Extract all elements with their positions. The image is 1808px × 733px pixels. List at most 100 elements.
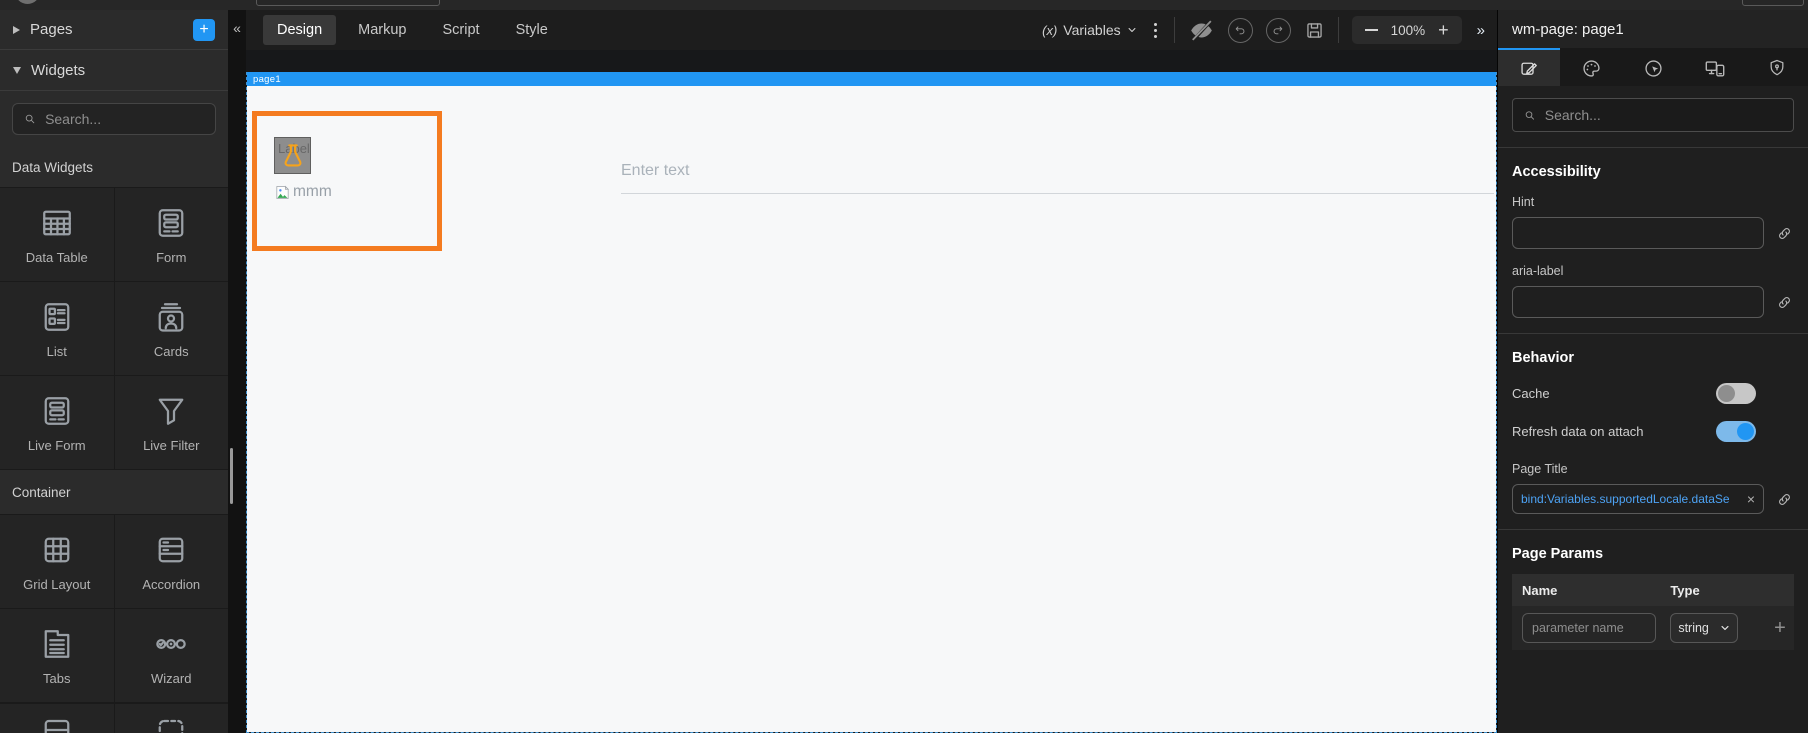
widget-tile-live-form[interactable]: Live Form [0, 376, 114, 469]
widget-search[interactable] [12, 103, 216, 135]
rail-scrollbar[interactable] [230, 448, 233, 504]
cursor-icon [1644, 59, 1662, 77]
panel-icon [44, 719, 70, 733]
redo-button[interactable] [1265, 17, 1291, 43]
bind-link-icon[interactable] [1775, 224, 1794, 243]
expand-panel-button[interactable]: » [1477, 22, 1485, 39]
undo-icon [1235, 26, 1245, 35]
zoom-control: 100% + [1351, 16, 1462, 44]
divider [1498, 147, 1808, 148]
widget-tile-label: Tabs [43, 670, 71, 686]
widget-tile-list[interactable]: List [0, 282, 114, 375]
clear-binding-icon[interactable]: × [1747, 491, 1755, 507]
tab-events[interactable] [1622, 48, 1684, 86]
bind-link-icon[interactable] [1775, 293, 1794, 312]
tab-security[interactable] [1746, 48, 1808, 86]
widget-tile-cards[interactable]: Cards [114, 282, 228, 375]
add-param-button[interactable]: + [1774, 617, 1786, 640]
save-button[interactable] [1304, 20, 1325, 41]
aria-label-input[interactable] [1512, 286, 1764, 318]
widget-tile-label: Live Filter [143, 437, 200, 453]
panel-title: wm-page: page1 [1498, 10, 1808, 48]
tab-properties[interactable] [1498, 48, 1560, 86]
more-options-button[interactable] [1150, 22, 1161, 38]
widget-tile-label: Live Form [27, 437, 86, 453]
variables-icon: (x) [1042, 22, 1058, 38]
tab-styles[interactable] [1560, 48, 1622, 86]
palette-icon [1582, 59, 1600, 77]
page-tab[interactable]: page1 [247, 72, 1496, 86]
widget-tile-partial-dotted[interactable] [114, 704, 228, 733]
section-page-params: Page Params [1512, 546, 1604, 562]
widget-tile-label: Grid Layout [23, 576, 91, 592]
widget-tile-live-filter[interactable]: Live Filter [114, 376, 228, 469]
section-title-container: Container [12, 484, 71, 500]
accordion-icon [158, 537, 184, 562]
top-partial-strip [0, 0, 1808, 10]
text-input-placeholder: Enter text [621, 162, 690, 179]
pages-panel-header[interactable]: Pages + [0, 10, 228, 49]
widget-tile-data-table[interactable]: Data Table [0, 188, 114, 281]
undo-button[interactable] [1227, 17, 1253, 43]
cards-icon [158, 302, 184, 332]
refresh-data-toggle[interactable] [1716, 421, 1756, 442]
widget-tile-accordion[interactable]: Accordion [114, 515, 228, 608]
cache-label: Cache [1512, 386, 1550, 401]
refresh-data-label: Refresh data on attach [1512, 424, 1644, 439]
tab-devices[interactable] [1684, 48, 1746, 86]
variables-dropdown[interactable]: (x) Variables [1042, 22, 1137, 38]
collapse-sidebar-button[interactable]: « [229, 20, 245, 36]
avatar [15, 0, 40, 4]
anchor-widget[interactable]: Label [274, 137, 311, 174]
broken-image-icon [276, 185, 290, 199]
zoom-in-button[interactable]: + [1438, 21, 1449, 39]
partial-input-fragment-right [1742, 0, 1804, 6]
panel-tabs [1498, 48, 1808, 86]
properties-search[interactable] [1512, 98, 1794, 132]
tab-markup[interactable]: Markup [344, 15, 420, 45]
cache-toggle[interactable] [1716, 383, 1756, 404]
page-params-header: Name Type [1512, 574, 1794, 606]
widget-tile-tabs[interactable]: Tabs [0, 609, 114, 702]
properties-panel: wm-page: page1 Accessibility Hint aria-l [1497, 10, 1808, 733]
form-icon [158, 208, 184, 237]
chevron-down-icon [1128, 28, 1136, 32]
widget-search-input[interactable] [45, 111, 205, 127]
widget-tile-label: Form [156, 249, 187, 265]
add-page-button[interactable]: + [193, 18, 215, 41]
wizard-icon [156, 638, 187, 649]
save-icon [1306, 22, 1322, 38]
widget-tile-form[interactable]: Form [114, 188, 228, 281]
preview-eye-off-button[interactable] [1188, 17, 1215, 44]
page-tab-label: page1 [253, 73, 281, 85]
page-canvas[interactable]: page1 Label mmm Enter text [246, 72, 1497, 733]
hint-input[interactable] [1512, 217, 1764, 249]
param-name-input[interactable] [1522, 613, 1657, 643]
divider [1337, 17, 1339, 43]
widget-tile-grid-layout[interactable]: Grid Layout [0, 515, 114, 608]
redo-icon [1273, 26, 1283, 35]
widget-tile-wizard[interactable]: Wizard [114, 609, 228, 702]
image-widget[interactable]: mmm [274, 183, 437, 201]
text-input-widget[interactable]: Enter text [621, 149, 1494, 194]
chevron-right-icon [13, 25, 20, 34]
devices-icon [1705, 61, 1725, 77]
selected-widget[interactable]: Label mmm [252, 111, 442, 251]
tab-style[interactable]: Style [502, 15, 562, 45]
bind-link-icon[interactable] [1775, 490, 1794, 509]
page-body[interactable]: Label mmm Enter text [247, 86, 1496, 732]
canvas-toolbar: Design Markup Script Style (x) Variables [246, 10, 1497, 50]
widget-tile-partial-panel[interactable] [0, 704, 114, 733]
param-type-select[interactable]: string [1670, 613, 1739, 643]
tab-script[interactable]: Script [429, 15, 494, 45]
zoom-out-button[interactable] [1364, 29, 1378, 31]
widgets-sidebar: Pages + Widgets Data Widgets Data Table … [0, 10, 228, 733]
aria-label-label: aria-label [1512, 264, 1564, 278]
page-title-bind-field[interactable]: bind:Variables.supportedLocale.dataSe × [1512, 484, 1764, 514]
search-icon [25, 114, 35, 124]
tab-design[interactable]: Design [263, 15, 337, 45]
widgets-panel-header[interactable]: Widgets [0, 50, 228, 90]
page-title-bind-value: bind:Variables.supportedLocale.dataSe [1521, 492, 1730, 506]
properties-search-input[interactable] [1544, 107, 1783, 123]
page-title-label: Page Title [1512, 462, 1568, 476]
